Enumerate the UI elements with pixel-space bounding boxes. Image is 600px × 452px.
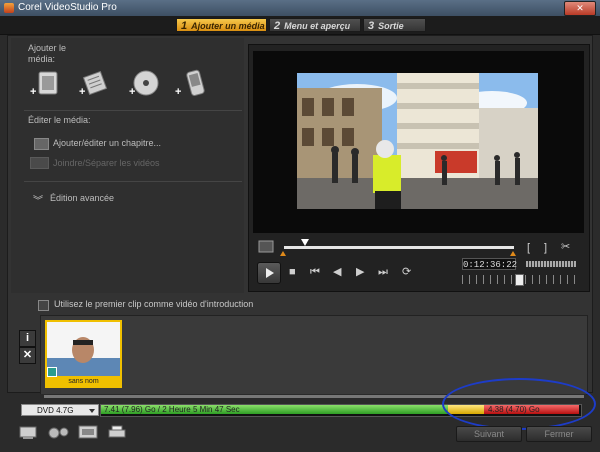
join-split-link[interactable]: Joindre/Séparer les vidéos bbox=[53, 158, 160, 169]
clip-badge-icon bbox=[47, 367, 57, 377]
printer-icon[interactable] bbox=[106, 425, 128, 440]
add-media-title: Ajouter le média: bbox=[28, 43, 67, 64]
annotation-ellipse bbox=[442, 378, 596, 430]
plus-icon: + bbox=[30, 86, 37, 98]
scissors-icon[interactable]: ✂ bbox=[561, 240, 570, 254]
next-frame-button[interactable]: ▶ bbox=[356, 265, 364, 279]
window-title: Corel VideoStudio Pro bbox=[18, 2, 117, 13]
capacity-used-text: 7.41 (7.96) Go / 2 Heure 5 Min 47 Sec bbox=[104, 405, 240, 414]
chevron-down-icon[interactable]: ︾ bbox=[33, 192, 43, 207]
repeat-icon[interactable]: ⟳ bbox=[402, 265, 411, 279]
jog-handle[interactable] bbox=[515, 274, 524, 286]
next-button[interactable]: Suivant bbox=[456, 426, 522, 442]
previous-frame-button[interactable]: ◀ bbox=[333, 265, 341, 279]
edit-media-title: Éditer le média: bbox=[28, 115, 91, 125]
delete-button[interactable]: ✕ bbox=[19, 347, 36, 364]
display-mode-icon[interactable] bbox=[258, 240, 274, 254]
step-label: Ajouter un média bbox=[191, 21, 265, 31]
step-number: 3 bbox=[368, 20, 375, 32]
step-label: Menu et aperçu bbox=[284, 21, 351, 31]
go-to-start-button[interactable]: ⏮ bbox=[310, 265, 320, 279]
advanced-edit-link[interactable]: Édition avancée bbox=[50, 193, 114, 204]
divider bbox=[24, 110, 242, 111]
add-edit-chapter-link[interactable]: Ajouter/éditer un chapitre... bbox=[53, 138, 161, 149]
mark-in-indicator bbox=[280, 251, 286, 256]
gear-icon[interactable] bbox=[46, 425, 70, 440]
step-label: Sortie bbox=[378, 21, 404, 31]
scrubber-track[interactable] bbox=[284, 246, 514, 249]
join-split-icon bbox=[30, 157, 49, 169]
close-button[interactable]: Fermer bbox=[526, 426, 592, 442]
mobile-device-icon[interactable] bbox=[180, 68, 210, 98]
video-frame bbox=[297, 73, 538, 209]
chapters-icon[interactable] bbox=[78, 425, 100, 440]
go-to-end-button[interactable]: ⏭ bbox=[378, 265, 388, 279]
clip-thumbnail bbox=[47, 322, 120, 376]
tab-output[interactable]: 3 Sortie bbox=[363, 18, 426, 32]
clip-label: sans nom bbox=[45, 377, 122, 387]
plus-icon: + bbox=[129, 86, 136, 98]
plus-icon: + bbox=[79, 86, 86, 98]
chapter-icon bbox=[34, 138, 49, 150]
plus-icon: + bbox=[175, 86, 182, 98]
timecode-display[interactable]: 0:12:36:22 bbox=[462, 258, 517, 270]
play-button[interactable] bbox=[257, 262, 281, 284]
divider bbox=[24, 181, 242, 182]
close-window-button[interactable]: ✕ bbox=[564, 1, 596, 16]
scrubber-handle[interactable] bbox=[301, 239, 309, 246]
title-bar: Corel VideoStudio Pro ✕ bbox=[0, 0, 600, 16]
step-number: 1 bbox=[181, 20, 188, 32]
mark-out-indicator bbox=[510, 251, 516, 256]
window-controls: ✕ bbox=[564, 1, 596, 16]
stop-button[interactable]: ■ bbox=[289, 265, 296, 279]
step-bar: 1 Ajouter un média 2 Menu et aperçu 3 Sorti… bbox=[0, 16, 600, 35]
disc-type-select[interactable]: DVD 4.7G bbox=[21, 404, 99, 416]
intro-checkbox-label: Utilisez le premier clip comme vidéo d'i… bbox=[54, 299, 254, 309]
tab-add-media[interactable]: 1 Ajouter un média bbox=[176, 18, 267, 32]
app-icon bbox=[4, 3, 14, 13]
mark-in-button[interactable]: [ bbox=[527, 241, 530, 255]
intro-checkbox[interactable] bbox=[38, 300, 49, 311]
mark-out-button[interactable]: ] bbox=[544, 241, 547, 255]
volume-slider[interactable] bbox=[526, 261, 576, 267]
project-settings-icon[interactable] bbox=[19, 425, 39, 440]
info-button[interactable]: i bbox=[19, 330, 36, 347]
tab-menu-preview[interactable]: 2 Menu et aperçu bbox=[269, 18, 361, 32]
step-number: 2 bbox=[274, 20, 281, 32]
